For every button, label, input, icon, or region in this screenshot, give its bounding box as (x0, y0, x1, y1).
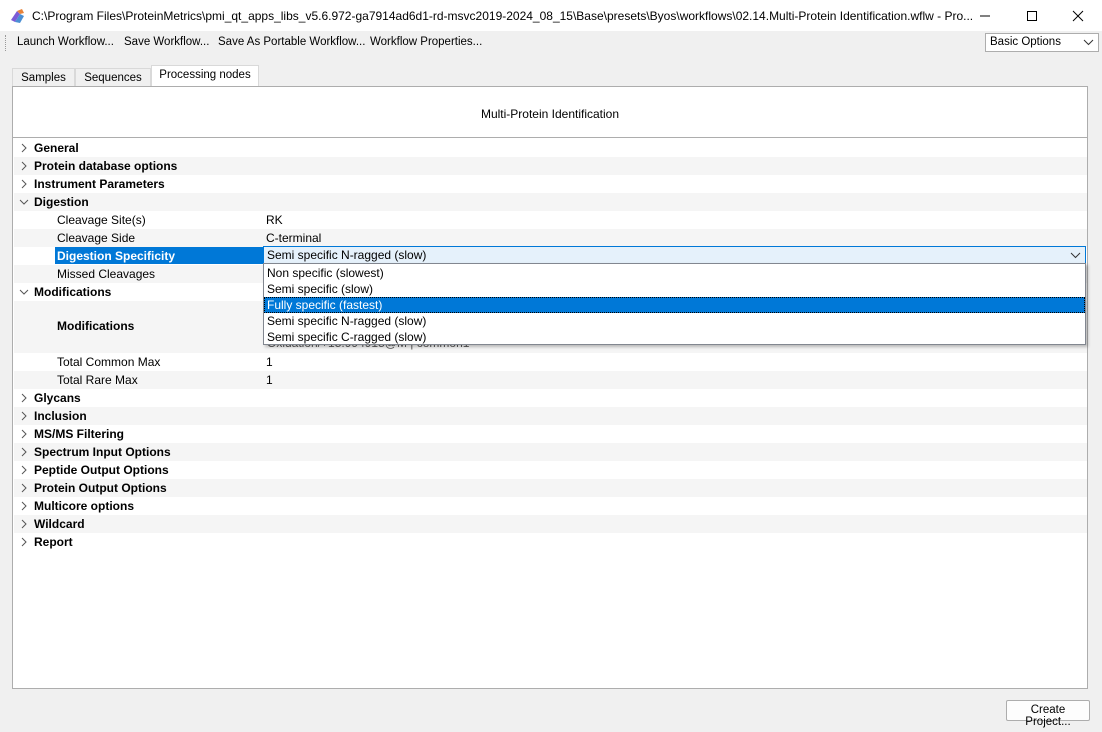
save-portable-workflow-button[interactable]: Save As Portable Workflow... (218, 36, 365, 48)
chevron-down-icon[interactable] (19, 287, 29, 297)
chevron-right-icon[interactable] (19, 501, 29, 511)
property-value[interactable]: 1 (266, 355, 273, 369)
category-label: Spectrum Input Options (34, 445, 171, 459)
node-title: Multi-Protein Identification (13, 87, 1087, 138)
chevron-right-icon[interactable] (19, 429, 29, 439)
tree-item-digestion[interactable]: Digestion (14, 193, 1087, 211)
minimize-icon (980, 15, 990, 16)
tree-item-spectrum-input-options[interactable]: Spectrum Input Options (14, 443, 1087, 461)
category-label: Digestion (34, 195, 89, 209)
processing-node-panel: Multi-Protein Identification General Pro… (12, 86, 1088, 689)
save-workflow-button[interactable]: Save Workflow... (124, 36, 209, 48)
tab-label: Processing nodes (159, 69, 251, 81)
tab-label: Samples (21, 72, 66, 84)
chevron-right-icon[interactable] (19, 519, 29, 529)
chevron-right-icon[interactable] (19, 161, 29, 171)
chevron-right-icon[interactable] (19, 537, 29, 547)
launch-workflow-button[interactable]: Launch Workflow... (17, 36, 114, 48)
tab-label: Sequences (84, 72, 142, 84)
tree-item-protein-output-options[interactable]: Protein Output Options (14, 479, 1087, 497)
category-label: General (34, 141, 79, 155)
tree-item-msms-filtering[interactable]: MS/MS Filtering (14, 425, 1087, 443)
category-label: Peptide Output Options (34, 463, 169, 477)
digestion-specificity-combo[interactable]: Semi specific N-ragged (slow) (263, 246, 1086, 264)
category-label: Inclusion (34, 409, 87, 423)
dropdown-option[interactable]: Semi specific N-ragged (slow) (264, 313, 1085, 329)
property-label: Modifications (57, 319, 135, 333)
tree-item-instrument-parameters[interactable]: Instrument Parameters (14, 175, 1087, 193)
options-level-select[interactable]: Basic Options (985, 33, 1099, 52)
chevron-right-icon[interactable] (19, 179, 29, 189)
digestion-specificity-dropdown: Non specific (slowest) Semi specific (sl… (263, 263, 1086, 345)
category-label: Glycans (34, 391, 81, 405)
property-value[interactable]: 1 (266, 373, 273, 387)
property-label: Total Rare Max (57, 373, 138, 387)
property-row-total-rare-max[interactable]: Total Rare Max 1 (14, 371, 1087, 389)
chevron-right-icon[interactable] (19, 447, 29, 457)
tree-item-peptide-output-options[interactable]: Peptide Output Options (14, 461, 1087, 479)
property-label: Total Common Max (57, 355, 161, 369)
category-label: Multicore options (34, 499, 134, 513)
maximize-icon (1027, 10, 1037, 21)
chevron-down-icon[interactable] (19, 197, 29, 207)
proteinmetrics-logo-icon (11, 9, 24, 23)
maximize-button[interactable] (1009, 0, 1055, 31)
dropdown-option[interactable]: Semi specific C-ragged (slow) (264, 329, 1085, 345)
close-icon (1072, 10, 1084, 21)
property-label: Cleavage Side (57, 231, 136, 245)
property-row-cleavage-sites[interactable]: Cleavage Site(s) RK (14, 211, 1087, 229)
chevron-right-icon[interactable] (19, 411, 29, 421)
chevron-down-icon (1070, 252, 1081, 259)
category-label: Instrument Parameters (34, 177, 165, 191)
property-row-cleavage-side[interactable]: Cleavage Side C-terminal (14, 229, 1087, 247)
close-button[interactable] (1055, 0, 1101, 31)
chevron-right-icon[interactable] (19, 143, 29, 153)
tree-item-protein-database-options[interactable]: Protein database options (14, 157, 1087, 175)
tree-item-report[interactable]: Report (14, 533, 1087, 551)
tab-sequences[interactable]: Sequences (75, 68, 151, 87)
chevron-down-icon (1083, 39, 1094, 46)
category-label: Modifications (34, 285, 112, 299)
category-label: Protein database options (34, 159, 178, 173)
category-label: Report (34, 535, 73, 549)
property-label: Cleavage Site(s) (57, 213, 146, 227)
tree-item-inclusion[interactable]: Inclusion (14, 407, 1087, 425)
chevron-right-icon[interactable] (19, 483, 29, 493)
options-level-value: Basic Options (990, 36, 1061, 48)
property-value[interactable]: RK (266, 213, 283, 227)
tree-item-glycans[interactable]: Glycans (14, 389, 1087, 407)
tree-item-general[interactable]: General (14, 139, 1087, 157)
combo-current-value: Semi specific N-ragged (slow) (267, 248, 427, 262)
category-label: Wildcard (34, 517, 85, 531)
dropdown-option[interactable]: Semi specific (slow) (264, 281, 1085, 297)
dropdown-option-highlighted[interactable]: Fully specific (fastest) (264, 297, 1085, 313)
property-row-total-common-max[interactable]: Total Common Max 1 (14, 353, 1087, 371)
property-label: Missed Cleavages (57, 267, 156, 281)
window-title: C:\Program Files\ProteinMetrics\pmi_qt_a… (32, 9, 974, 23)
workflow-properties-button[interactable]: Workflow Properties... (370, 36, 482, 48)
create-project-button[interactable]: Create Project... (1006, 700, 1090, 728)
category-label: Protein Output Options (34, 481, 167, 495)
tab-samples[interactable]: Samples (12, 68, 75, 87)
toolbar-grip[interactable] (5, 35, 8, 51)
chevron-right-icon[interactable] (19, 393, 29, 403)
tree-item-multicore-options[interactable]: Multicore options (14, 497, 1087, 515)
title-bar: C:\Program Files\ProteinMetrics\pmi_qt_a… (0, 0, 1102, 31)
tree-item-wildcard[interactable]: Wildcard (14, 515, 1087, 533)
dropdown-option[interactable]: Non specific (slowest) (264, 265, 1085, 281)
minimize-button[interactable] (962, 0, 1008, 31)
toolbar: Launch Workflow... Save Workflow... Save… (0, 31, 1102, 55)
property-label-selected: Digestion Specificity (55, 247, 264, 264)
property-value[interactable]: C-terminal (266, 231, 321, 245)
category-label: MS/MS Filtering (34, 427, 124, 441)
tab-processing-nodes[interactable]: Processing nodes (151, 65, 259, 87)
chevron-right-icon[interactable] (19, 465, 29, 475)
